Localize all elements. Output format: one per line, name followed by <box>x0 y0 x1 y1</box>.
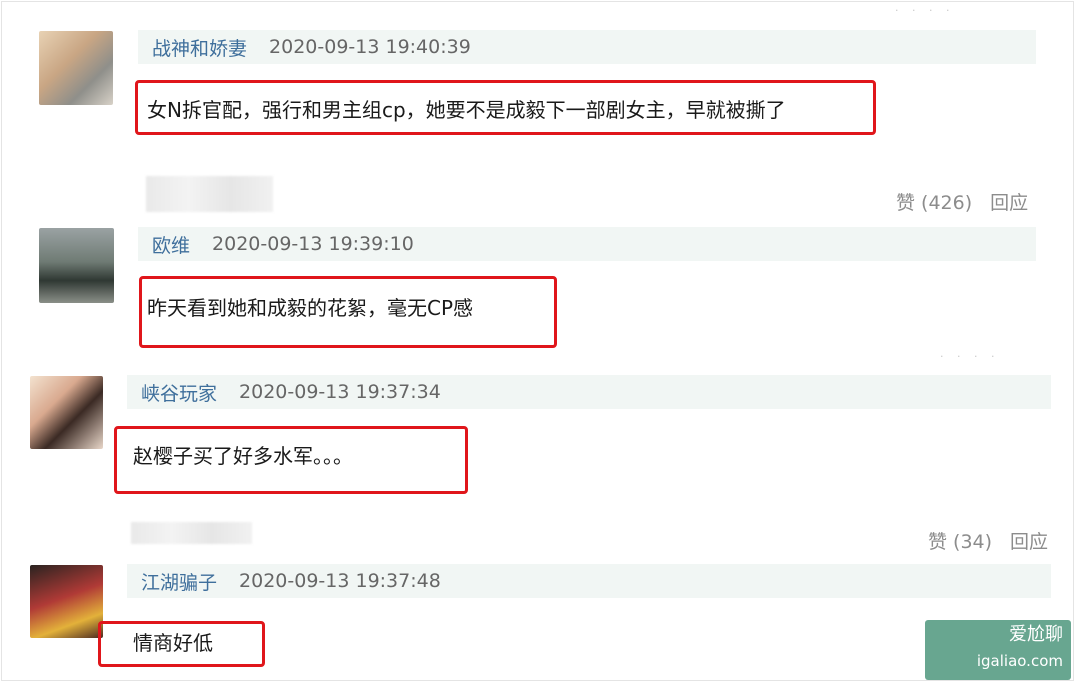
avatar[interactable] <box>30 376 103 449</box>
redacted-content <box>146 176 273 212</box>
more-dots: · · · · <box>895 4 955 17</box>
comment-header: 战神和娇妻 2020-09-13 19:40:39 <box>138 30 1036 64</box>
comment-actions: 赞 (426) 回应 <box>896 188 1028 215</box>
comment-timestamp: 2020-09-13 19:37:34 <box>239 381 441 403</box>
like-button[interactable]: 赞 (34) <box>928 527 992 554</box>
like-button[interactable]: 赞 (426) <box>896 188 972 215</box>
more-dots: · · · · <box>940 350 1000 363</box>
avatar[interactable] <box>39 228 114 303</box>
avatar[interactable] <box>30 565 103 638</box>
comment-timestamp: 2020-09-13 19:37:48 <box>239 570 441 592</box>
comment-header: 欧维 2020-09-13 19:39:10 <box>138 227 1036 261</box>
comment-actions: 赞 (34) 回应 <box>928 527 1048 554</box>
watermark-title: 爱尬聊 <box>1009 624 1063 645</box>
username-link[interactable]: 江湖骗子 <box>141 568 217 595</box>
comment-timestamp: 2020-09-13 19:39:10 <box>212 233 414 255</box>
highlight-box <box>114 426 468 494</box>
redacted-content <box>131 522 252 544</box>
site-watermark: 爱尬聊 igaliao.com <box>925 620 1071 680</box>
watermark-url: igaliao.com <box>976 652 1063 670</box>
comment-header: 江湖骗子 2020-09-13 19:37:48 <box>127 564 1051 598</box>
avatar[interactable] <box>39 31 113 105</box>
username-link[interactable]: 战神和娇妻 <box>152 34 247 61</box>
comment-header: 峡谷玩家 2020-09-13 19:37:34 <box>127 375 1051 409</box>
highlight-box <box>135 80 876 135</box>
highlight-box <box>139 276 557 348</box>
reply-button[interactable]: 回应 <box>990 188 1028 215</box>
reply-button[interactable]: 回应 <box>1010 527 1048 554</box>
highlight-box <box>98 621 265 667</box>
comment-timestamp: 2020-09-13 19:40:39 <box>269 36 471 58</box>
username-link[interactable]: 峡谷玩家 <box>141 379 217 406</box>
username-link[interactable]: 欧维 <box>152 231 190 258</box>
